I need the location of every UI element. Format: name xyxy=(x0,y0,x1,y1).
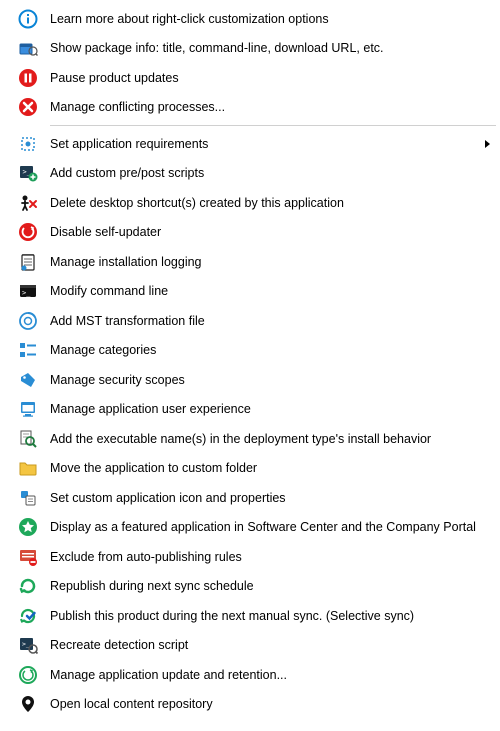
menu-label: Exclude from auto-publishing rules xyxy=(50,550,496,564)
menu-item-open-repository[interactable]: Open local content repository xyxy=(18,690,496,720)
menu-item-move-folder[interactable]: Move the application to custom folder xyxy=(18,454,496,484)
menu-label: Recreate detection script xyxy=(50,638,496,652)
scripts-icon: >_ xyxy=(18,163,38,183)
separator xyxy=(50,125,496,126)
menu-label: Manage conflicting processes... xyxy=(50,100,496,114)
menu-item-modify-cmdline[interactable]: >_ Modify command line xyxy=(18,277,496,307)
menu-label: Display as a featured application in Sof… xyxy=(50,520,496,534)
menu-label: Manage installation logging xyxy=(50,255,496,269)
menu-item-package-info[interactable]: Show package info: title, command-line, … xyxy=(18,34,496,64)
search-doc-icon xyxy=(18,429,38,449)
svg-text:>_: >_ xyxy=(22,640,30,648)
menu-label: Manage application update and retention.… xyxy=(50,668,496,682)
menu-item-installation-logging[interactable]: Manage installation logging xyxy=(18,247,496,277)
menu-label: Manage application user experience xyxy=(50,402,496,416)
menu-label: Set custom application icon and properti… xyxy=(50,491,496,505)
logging-icon xyxy=(18,252,38,272)
menu-label: Set application requirements xyxy=(50,137,496,151)
menu-label: Learn more about right-click customizati… xyxy=(50,12,496,26)
menu-label: Modify command line xyxy=(50,284,496,298)
menu-item-update-retention[interactable]: Manage application update and retention.… xyxy=(18,660,496,690)
location-icon xyxy=(18,694,38,714)
menu-item-delete-shortcut[interactable]: Delete desktop shortcut(s) created by th… xyxy=(18,188,496,218)
menu-item-exclude-publish[interactable]: Exclude from auto-publishing rules xyxy=(18,542,496,572)
menu-item-republish[interactable]: Republish during next sync schedule xyxy=(18,572,496,602)
menu-label: Publish this product during the next man… xyxy=(50,609,496,623)
menu-item-user-experience[interactable]: Manage application user experience xyxy=(18,395,496,425)
menu-label: Manage security scopes xyxy=(50,373,496,387)
selective-sync-icon xyxy=(18,606,38,626)
menu-item-pause-updates[interactable]: Pause product updates xyxy=(18,63,496,93)
pause-icon xyxy=(18,68,38,88)
delete-shortcut-icon xyxy=(18,193,38,213)
security-tag-icon xyxy=(18,370,38,390)
menu-item-add-mst[interactable]: Add MST transformation file xyxy=(18,306,496,336)
menu-item-conflicting-processes[interactable]: Manage conflicting processes... xyxy=(18,93,496,123)
package-info-icon xyxy=(18,38,38,58)
categories-icon xyxy=(18,340,38,360)
menu-item-security-scopes[interactable]: Manage security scopes xyxy=(18,365,496,395)
menu-label: Manage categories xyxy=(50,343,496,357)
menu-label: Show package info: title, command-line, … xyxy=(50,41,496,55)
menu-item-featured-app[interactable]: Display as a featured application in Sof… xyxy=(18,513,496,543)
context-menu: Learn more about right-click customizati… xyxy=(18,4,496,719)
menu-item-disable-self-updater[interactable]: Disable self-updater xyxy=(18,218,496,248)
menu-label: Pause product updates xyxy=(50,71,496,85)
disable-updater-icon xyxy=(18,222,38,242)
menu-item-scripts[interactable]: >_ Add custom pre/post scripts xyxy=(18,159,496,189)
menu-label: Disable self-updater xyxy=(50,225,496,239)
menu-item-recreate-detection[interactable]: >_ Recreate detection script xyxy=(18,631,496,661)
menu-item-requirements[interactable]: Set application requirements xyxy=(18,129,496,159)
submenu-arrow-icon xyxy=(485,140,490,148)
menu-label: Open local content repository xyxy=(50,697,496,711)
star-badge-icon xyxy=(18,517,38,537)
detection-script-icon: >_ xyxy=(18,635,38,655)
menu-label: Add MST transformation file xyxy=(50,314,496,328)
requirements-icon xyxy=(18,134,38,154)
menu-label: Add the executable name(s) in the deploy… xyxy=(50,432,496,446)
menu-label: Move the application to custom folder xyxy=(50,461,496,475)
menu-item-categories[interactable]: Manage categories xyxy=(18,336,496,366)
user-experience-icon xyxy=(18,399,38,419)
menu-item-selective-sync[interactable]: Publish this product during the next man… xyxy=(18,601,496,631)
svg-text:>_: >_ xyxy=(22,289,31,297)
properties-icon xyxy=(18,488,38,508)
menu-item-learn-more[interactable]: Learn more about right-click customizati… xyxy=(18,4,496,34)
menu-label: Republish during next sync schedule xyxy=(50,579,496,593)
menu-label: Add custom pre/post scripts xyxy=(50,166,496,180)
refresh-icon xyxy=(18,576,38,596)
terminal-icon: >_ xyxy=(18,281,38,301)
exclude-icon xyxy=(18,547,38,567)
info-icon xyxy=(18,9,38,29)
menu-item-custom-icon[interactable]: Set custom application icon and properti… xyxy=(18,483,496,513)
update-retention-icon xyxy=(18,665,38,685)
menu-label: Delete desktop shortcut(s) created by th… xyxy=(50,196,496,210)
folder-icon xyxy=(18,458,38,478)
mst-icon xyxy=(18,311,38,331)
menu-item-install-behavior[interactable]: Add the executable name(s) in the deploy… xyxy=(18,424,496,454)
conflict-icon xyxy=(18,97,38,117)
